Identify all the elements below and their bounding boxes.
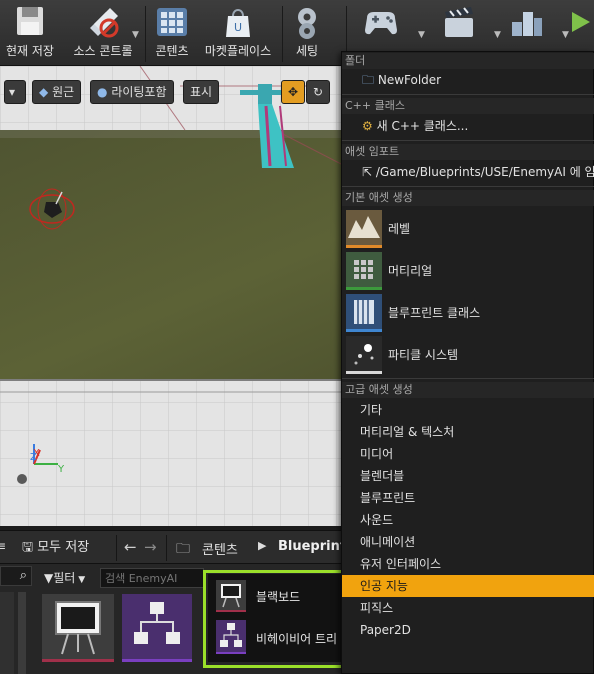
perspective-button[interactable]: ◆ 원근 (32, 80, 82, 104)
axis-y-label: Y (57, 464, 65, 475)
menu-item-level[interactable]: 레벨 (346, 210, 594, 248)
settings-button[interactable]: 세팅 (286, 4, 328, 64)
source-control-icon (90, 8, 119, 38)
axis-z-label: Z (30, 452, 37, 463)
import-arrow-icon: ⇱ (362, 165, 373, 179)
source-control-dropdown-icon[interactable]: ▼ (132, 30, 139, 40)
menu-item-physics[interactable]: 피직스 (342, 597, 594, 619)
asset-search-input[interactable] (100, 568, 204, 588)
menu-item-blendables[interactable]: 블렌더블 (342, 465, 594, 487)
blueprints-dropdown-icon[interactable]: ▼ (418, 30, 425, 40)
behavior-tree-icon (220, 623, 242, 647)
menu-item-sounds[interactable]: 사운드 (342, 509, 594, 531)
build-blocks-icon (512, 12, 542, 36)
source-control-button[interactable]: 소스 콘트롤 (64, 4, 142, 64)
menu-divider (342, 94, 594, 95)
content-grid-icon (157, 8, 187, 36)
breadcrumb-content[interactable]: 콘텐츠 (202, 539, 238, 558)
menu-item-import[interactable]: ⇱ /Game/Blueprints/USE/EnemyAI 에 임포트 (342, 161, 594, 183)
translate-mode-button[interactable]: ✥ (281, 80, 305, 104)
menu-item-blueprints[interactable]: 블루프린트 (342, 487, 594, 509)
floppy-disk-icon (17, 7, 43, 35)
cpp-section-header: C++ 클래스 (342, 98, 594, 114)
add-new-context-menu: 폴더 🗀 NewFolder C++ 클래스 ⚙ 새 C++ 클래스... 애셋… (341, 51, 594, 674)
menu-item-user-interface[interactable]: 유저 인터페이스 (342, 553, 594, 575)
new-assets-list: 블랙보드 비헤이비어 트리 (208, 574, 346, 662)
folder-search-input[interactable]: ⌕ (0, 566, 32, 586)
show-button[interactable]: 표시 (183, 80, 220, 104)
folder-section-header: 폴더 (342, 53, 594, 69)
viewport-options-dropdown[interactable]: ▾ (4, 80, 26, 104)
search-icon: ⌕ (19, 568, 27, 583)
folder-tree-scrollbar[interactable] (18, 592, 26, 674)
help-icon[interactable] (17, 474, 27, 484)
lighting-mode-button[interactable]: ● 라이팅포함 (90, 80, 174, 104)
lit-sphere-icon: ● (97, 85, 108, 99)
collapse-icon[interactable]: ≡ (0, 539, 6, 553)
gear-icon (298, 8, 316, 39)
marketplace-button[interactable]: U 마켓플레이스 (198, 4, 278, 64)
blueprint-class-icon (346, 294, 382, 332)
floppy-disk-icon: 🖫 (22, 540, 34, 555)
save-all-button[interactable]: 🖫 모두 저장 (22, 537, 89, 559)
behavior-tree-icon (134, 602, 180, 644)
blackboard-icon (55, 601, 101, 655)
menu-divider (342, 378, 594, 379)
menu-item-paper2d[interactable]: Paper2D (342, 619, 594, 641)
menu-item-media[interactable]: 미디어 (342, 443, 594, 465)
advanced-assets-section-header: 고급 애셋 생성 (342, 382, 594, 398)
menu-item-particle-system[interactable]: 파티클 시스템 (346, 336, 594, 374)
gamepad-icon (365, 12, 397, 35)
shopping-bag-icon: U (226, 9, 250, 37)
menu-item-materials-textures[interactable]: 머티리얼 & 텍스처 (342, 421, 594, 443)
list-item-blackboard-label[interactable]: 블랙보드 (256, 588, 300, 605)
clapperboard-icon (445, 7, 473, 37)
menu-item-misc[interactable]: 기타 (342, 399, 594, 421)
blackboard-icon (221, 584, 241, 608)
material-icon (346, 252, 382, 290)
rotate-mode-button[interactable]: ↻ (306, 80, 330, 104)
filter-button[interactable]: ▼필터 ▼ (44, 568, 85, 588)
toolbar-divider (116, 535, 117, 561)
asset-tile-blackboard[interactable] (42, 594, 114, 662)
menu-item-artificial-intelligence[interactable]: 인공 지능 (342, 575, 594, 597)
save-current-button[interactable]: 현재 저장 (4, 4, 56, 64)
list-item-blackboard-thumb[interactable] (216, 580, 246, 612)
back-arrow-icon[interactable]: ← (124, 538, 137, 556)
menu-item-blueprint-class[interactable]: 블루프린트 클래스 (346, 294, 594, 332)
particle-icon (346, 336, 382, 374)
move-icon: ✥ (287, 85, 299, 99)
menu-item-new-cpp-class[interactable]: ⚙ 새 C++ 클래스... (342, 115, 594, 137)
chevron-down-icon: ▼ (75, 575, 86, 585)
content-button[interactable]: 콘텐츠 (150, 4, 194, 64)
cinematics-dropdown-icon[interactable]: ▼ (494, 30, 501, 40)
breadcrumb-separator-icon: ▶ (258, 539, 267, 552)
menu-item-new-folder[interactable]: 🗀 NewFolder (342, 69, 594, 91)
new-folder-icon: 🗀 (362, 73, 375, 87)
list-item-behavior-tree-label[interactable]: 비헤이비어 트리 (256, 630, 337, 647)
perspective-icon: ◆ (39, 85, 49, 99)
menu-item-material[interactable]: 머티리얼 (346, 252, 594, 290)
menu-divider (342, 186, 594, 187)
toolbar-divider (145, 6, 146, 62)
play-icon[interactable] (568, 4, 594, 40)
folder-icon: 🗀 (176, 541, 190, 557)
svg-text:U: U (234, 21, 242, 34)
forward-arrow-icon[interactable]: → (144, 538, 157, 556)
folder-tree-panel[interactable] (0, 592, 14, 674)
menu-item-animation[interactable]: 애니메이션 (342, 531, 594, 553)
cpp-class-icon: ⚙ (362, 119, 373, 133)
toolbar-divider (166, 535, 167, 561)
list-item-behavior-tree-thumb[interactable] (216, 620, 246, 654)
rotate-icon: ↻ (312, 85, 324, 99)
filter-icon: ▼ (44, 571, 54, 585)
basic-assets-section-header: 기본 애셋 생성 (342, 190, 594, 206)
toolbar-divider (282, 6, 283, 62)
chevron-down-icon: ▾ (9, 85, 16, 99)
level-icon (346, 210, 382, 248)
asset-tile-behavior-tree[interactable] (122, 594, 192, 662)
import-section-header: 애셋 임포트 (342, 144, 594, 160)
menu-divider (342, 140, 594, 141)
